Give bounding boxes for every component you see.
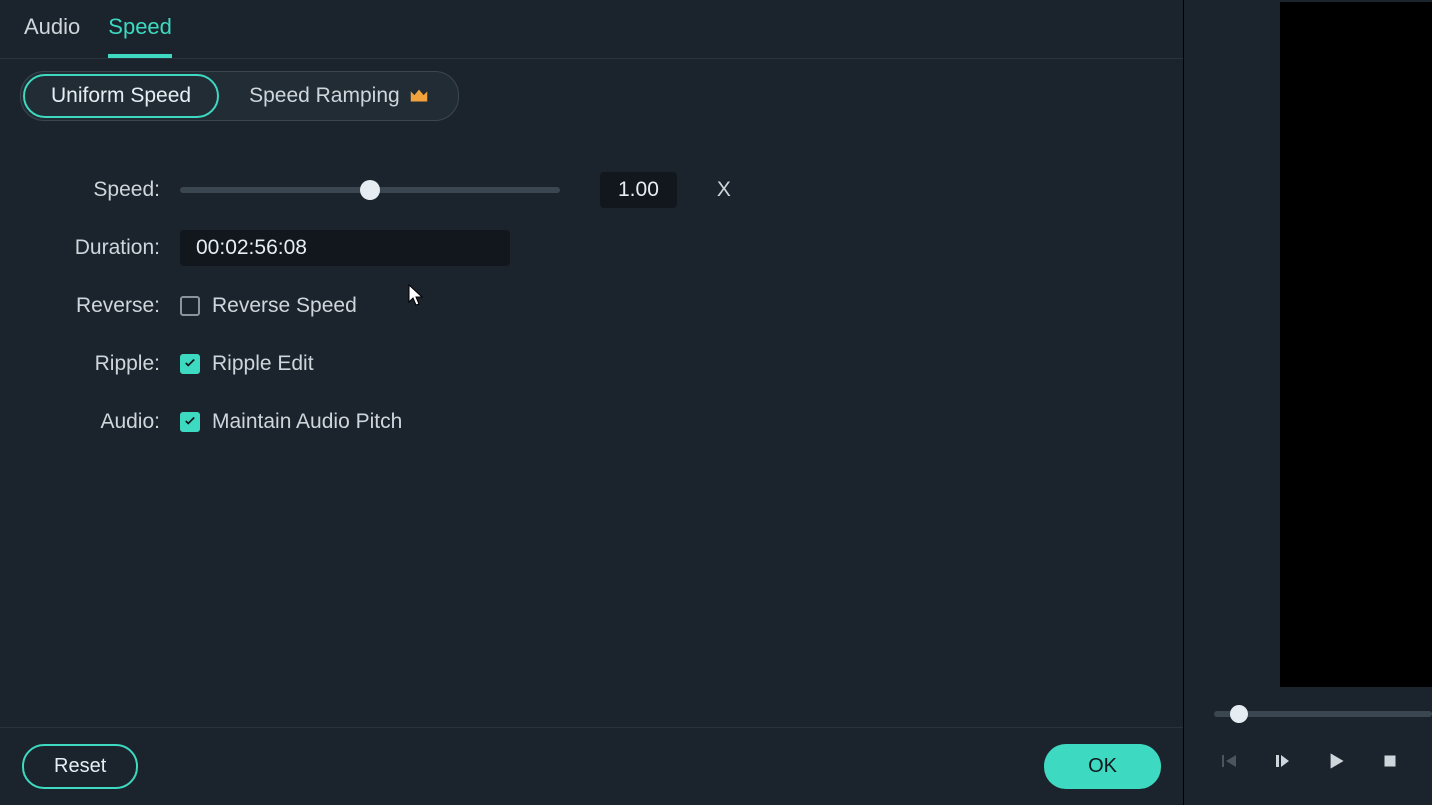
audio-pitch-checkbox-label: Maintain Audio Pitch	[212, 410, 402, 434]
reset-button[interactable]: Reset	[22, 744, 138, 789]
label-speed: Speed	[0, 178, 180, 202]
tab-audio[interactable]: Audio	[24, 14, 80, 58]
audio-pitch-checkbox[interactable]	[180, 412, 200, 432]
reverse-checkbox-label: Reverse Speed	[212, 294, 357, 318]
mode-ramping-label: Speed Ramping	[249, 84, 400, 108]
ok-button[interactable]: OK	[1044, 744, 1161, 789]
play-button[interactable]	[1322, 747, 1350, 775]
duration-input[interactable]: 00:02:56:08	[180, 230, 510, 266]
preview-viewport	[1280, 2, 1432, 687]
mode-speed-ramping[interactable]: Speed Ramping	[221, 74, 458, 118]
preview-timeline-thumb[interactable]	[1230, 705, 1248, 723]
panel-tabs: Audio Speed	[0, 0, 1183, 59]
reverse-checkbox[interactable]	[180, 296, 200, 316]
step-back-button[interactable]	[1268, 747, 1296, 775]
label-ripple: Ripple	[0, 352, 180, 376]
stop-button[interactable]	[1376, 747, 1404, 775]
mode-uniform-speed[interactable]: Uniform Speed	[23, 74, 219, 118]
speed-slider[interactable]	[180, 187, 560, 193]
speed-mode-selector: Uniform Speed Speed Ramping	[20, 71, 459, 121]
speed-slider-thumb[interactable]	[360, 180, 380, 200]
ripple-checkbox[interactable]	[180, 354, 200, 374]
label-audio: Audio	[0, 410, 180, 434]
ripple-checkbox-label: Ripple Edit	[212, 352, 314, 376]
label-reverse: Reverse	[0, 294, 180, 318]
label-duration: Duration	[0, 236, 180, 260]
mode-uniform-label: Uniform Speed	[51, 84, 191, 108]
speed-value-input[interactable]: 1.00	[600, 172, 677, 208]
crown-icon	[408, 85, 430, 107]
speed-unit: X	[717, 178, 731, 202]
tab-speed[interactable]: Speed	[108, 14, 172, 58]
prev-frame-button[interactable]	[1214, 747, 1242, 775]
